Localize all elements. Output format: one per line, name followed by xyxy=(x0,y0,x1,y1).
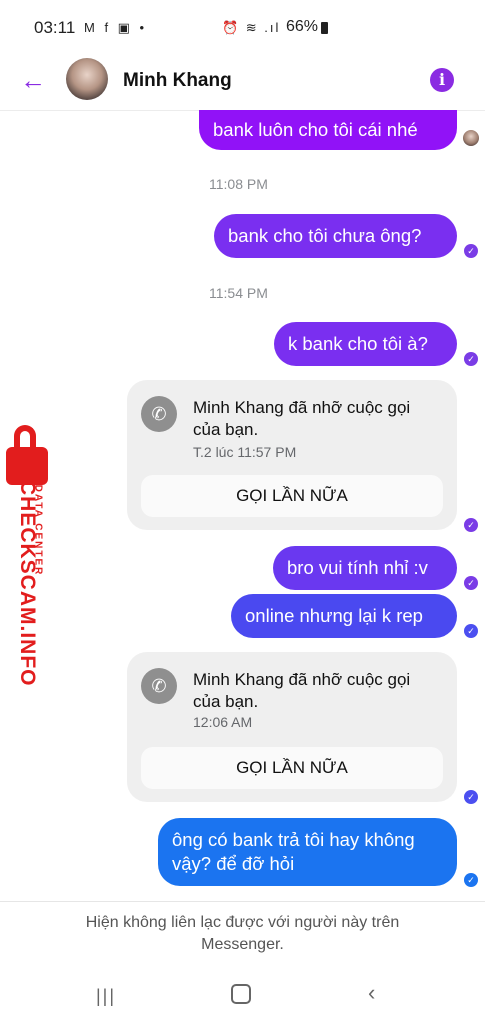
sent-check-icon: ✓ xyxy=(464,244,478,258)
message-text: k bank cho tôi à? xyxy=(288,333,428,354)
message-bubble-sent[interactable]: bank cho tôi chưa ông? xyxy=(214,214,457,258)
system-nav-bar: ||| ‹ xyxy=(0,970,485,1024)
recent-apps-icon[interactable]: ||| xyxy=(96,986,116,1007)
message-text: bank cho tôi chưa ông? xyxy=(228,225,422,246)
contact-name[interactable]: Minh Khang xyxy=(123,70,232,92)
watermark-text: CHECKSCAM.INFO xyxy=(16,480,39,687)
missed-call-text: Minh Khang đã nhỡ cuộc gọi của bạn. xyxy=(193,670,411,711)
sent-check-icon: ✓ xyxy=(464,576,478,590)
back-icon[interactable]: ‹ xyxy=(368,980,375,1006)
sent-check-icon: ✓ xyxy=(464,873,478,887)
info-icon[interactable]: i xyxy=(430,68,454,92)
status-bar: 03:11 M f ▣ • ⏰ ≋ .ıl 66% xyxy=(0,0,485,56)
message-bubble-sent[interactable]: bank luôn cho tôi cái nhé xyxy=(199,110,457,150)
call-again-button[interactable]: GỌI LẦN NỮA xyxy=(141,475,443,517)
divider xyxy=(0,901,485,902)
status-time: 03:11 xyxy=(34,18,76,37)
sent-check-icon: ✓ xyxy=(464,352,478,366)
battery-percent: 66% xyxy=(286,18,319,35)
watermark: DATA CENTER CHECKSCAM.INFO xyxy=(2,425,52,687)
message-text: bank luôn cho tôi cái nhé xyxy=(213,119,418,140)
sent-check-icon: ✓ xyxy=(464,624,478,638)
home-icon[interactable] xyxy=(231,984,251,1004)
timestamp: 11:54 PM xyxy=(209,285,268,301)
timestamp: 11:08 PM xyxy=(209,176,268,192)
message-text-line: ông có bank trả tôi hay không xyxy=(172,829,415,850)
missed-call-text: Minh Khang đã nhỡ cuộc gọi của bạn. xyxy=(193,398,411,439)
message-bubble-sent[interactable]: bro vui tính nhỉ :v xyxy=(273,546,457,590)
call-time: T.2 lúc 11:57 PM xyxy=(193,444,297,460)
missed-call-icon: ✆ xyxy=(141,668,177,704)
missed-call-card: ✆ Minh Khang đã nhỡ cuộc gọi của bạn. 12… xyxy=(127,652,457,802)
missed-call-icon: ✆ xyxy=(141,396,177,432)
message-text: bro vui tính nhỉ :v xyxy=(287,557,428,578)
message-bubble-sent[interactable]: k bank cho tôi à? xyxy=(274,322,457,366)
sent-check-icon: ✓ xyxy=(464,790,478,804)
read-receipt-avatar xyxy=(463,130,479,146)
battery-icon xyxy=(321,22,328,34)
message-text-line: vậy? để đỡ hỏi xyxy=(172,853,295,874)
message-bubble-sent[interactable]: ông có bank trả tôi hay không vậy? để đỡ… xyxy=(158,818,457,886)
message-bubble-sent[interactable]: online nhưng lại k rep xyxy=(231,594,457,638)
notification-icons: M f ▣ • xyxy=(84,20,148,35)
chat-header: ← Minh Khang i xyxy=(0,56,485,111)
contact-avatar[interactable] xyxy=(66,58,108,100)
call-time: 12:06 AM xyxy=(193,714,253,730)
message-text: online nhưng lại k rep xyxy=(245,605,423,626)
call-again-button[interactable]: GỌI LẦN NỮA xyxy=(141,747,443,789)
missed-call-card: ✆ Minh Khang đã nhỡ cuộc gọi của bạn. T.… xyxy=(127,380,457,530)
sent-check-icon: ✓ xyxy=(464,518,478,532)
back-arrow-icon[interactable]: ← xyxy=(20,66,48,94)
unavailable-notice: Hiện không liên lạc được với người này t… xyxy=(85,914,400,953)
system-icons: ⏰ ≋ .ıl xyxy=(222,20,281,35)
